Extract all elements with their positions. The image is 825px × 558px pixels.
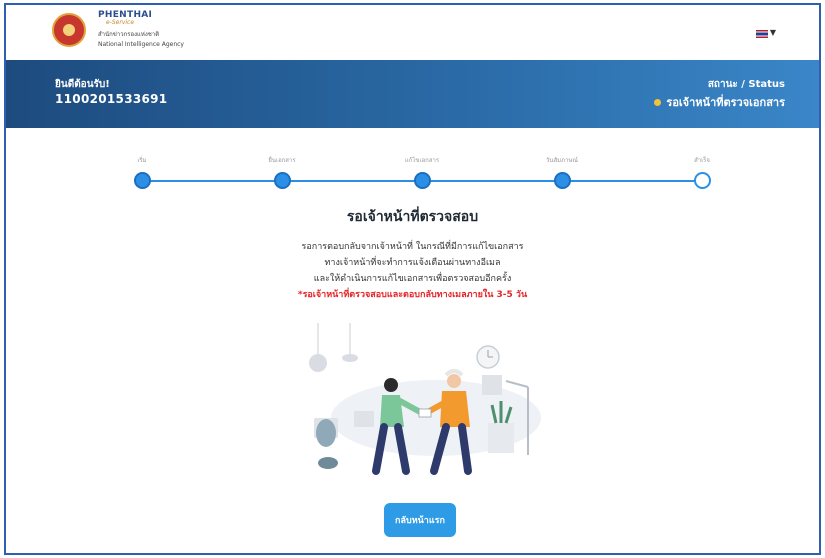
brand-block: PHENTHAI e-Service สำนักข่าวกรองแห่งชาติ… bbox=[98, 10, 184, 48]
brand-subtitle: e-Service bbox=[106, 19, 135, 26]
step-label: แก้ไขเอกสาร bbox=[404, 157, 440, 164]
step-1: เริ่ม bbox=[102, 155, 182, 189]
handover-illustration bbox=[309, 323, 541, 475]
back-to-home-button[interactable]: กลับหน้าแรก bbox=[384, 503, 456, 537]
agency-logo[interactable] bbox=[52, 13, 86, 47]
step-label: เริ่ม bbox=[137, 157, 147, 164]
page-title: รอเจ้าหน้าที่ตรวจสอบ bbox=[346, 209, 479, 225]
progress-stepper: เริ่ม ยื่นเอกสาร แก้ไขเอกสาร วันสัมภาษณ์… bbox=[6, 155, 819, 195]
status-text: รอเจ้าหน้าที่ตรวจเอกสาร bbox=[666, 96, 785, 109]
description-line: และให้ดำเนินการแก้ไขเอกสารเพื่อตรวจสอบอี… bbox=[313, 274, 512, 284]
thai-flag-icon[interactable] bbox=[756, 30, 768, 38]
description-line: ทางเจ้าหน้าที่จะทำการแจ้งเตือนผ่านทางอีเ… bbox=[324, 258, 501, 268]
step-dot-done bbox=[273, 172, 291, 189]
step-2: ยื่นเอกสาร bbox=[242, 155, 322, 189]
step-4: วันสัมภาษณ์ bbox=[522, 155, 602, 189]
step-3: แก้ไขเอกสาร bbox=[382, 155, 462, 189]
step-label: วันสัมภาษณ์ bbox=[546, 157, 578, 164]
user-banner: ยินดีต้อนรับ! 1100201533691 สถานะ / Stat… bbox=[6, 60, 819, 128]
deadline-note: *รอเจ้าหน้าที่ตรวจสอบและตอบกลับทางเมลภาย… bbox=[297, 290, 528, 300]
step-label: สำเร็จ bbox=[694, 157, 710, 164]
app-window: PHENTHAI e-Service สำนักข่าวกรองแห่งชาติ… bbox=[4, 3, 821, 555]
org-name-english: National Intelligence Agency bbox=[98, 41, 184, 48]
description: รอการตอบกลับจากเจ้าหน้าที่ ในกรณีที่มีกา… bbox=[6, 239, 819, 287]
welcome-text: ยินดีต้อนรับ! bbox=[55, 79, 110, 90]
step-label: ยื่นเอกสาร bbox=[268, 157, 296, 164]
chevron-down-icon[interactable]: ▼ bbox=[770, 28, 776, 37]
step-dot-pending bbox=[693, 172, 711, 189]
top-bar: PHENTHAI e-Service สำนักข่าวกรองแห่งชาติ… bbox=[6, 5, 819, 60]
description-line: รอการตอบกลับจากเจ้าหน้าที่ ในกรณีที่มีกา… bbox=[301, 242, 524, 252]
step-dot-done bbox=[413, 172, 431, 189]
status-dot-icon bbox=[654, 98, 662, 106]
user-id: 1100201533691 bbox=[55, 92, 168, 106]
step-dot-done bbox=[553, 172, 571, 189]
status-label: สถานะ / Status bbox=[707, 79, 785, 90]
step-5: สำเร็จ bbox=[662, 155, 742, 189]
status-value: รอเจ้าหน้าที่ตรวจเอกสาร bbox=[654, 93, 785, 111]
step-dot-done bbox=[133, 172, 151, 189]
org-name-thai: สำนักข่าวกรองแห่งชาติ bbox=[98, 31, 160, 38]
